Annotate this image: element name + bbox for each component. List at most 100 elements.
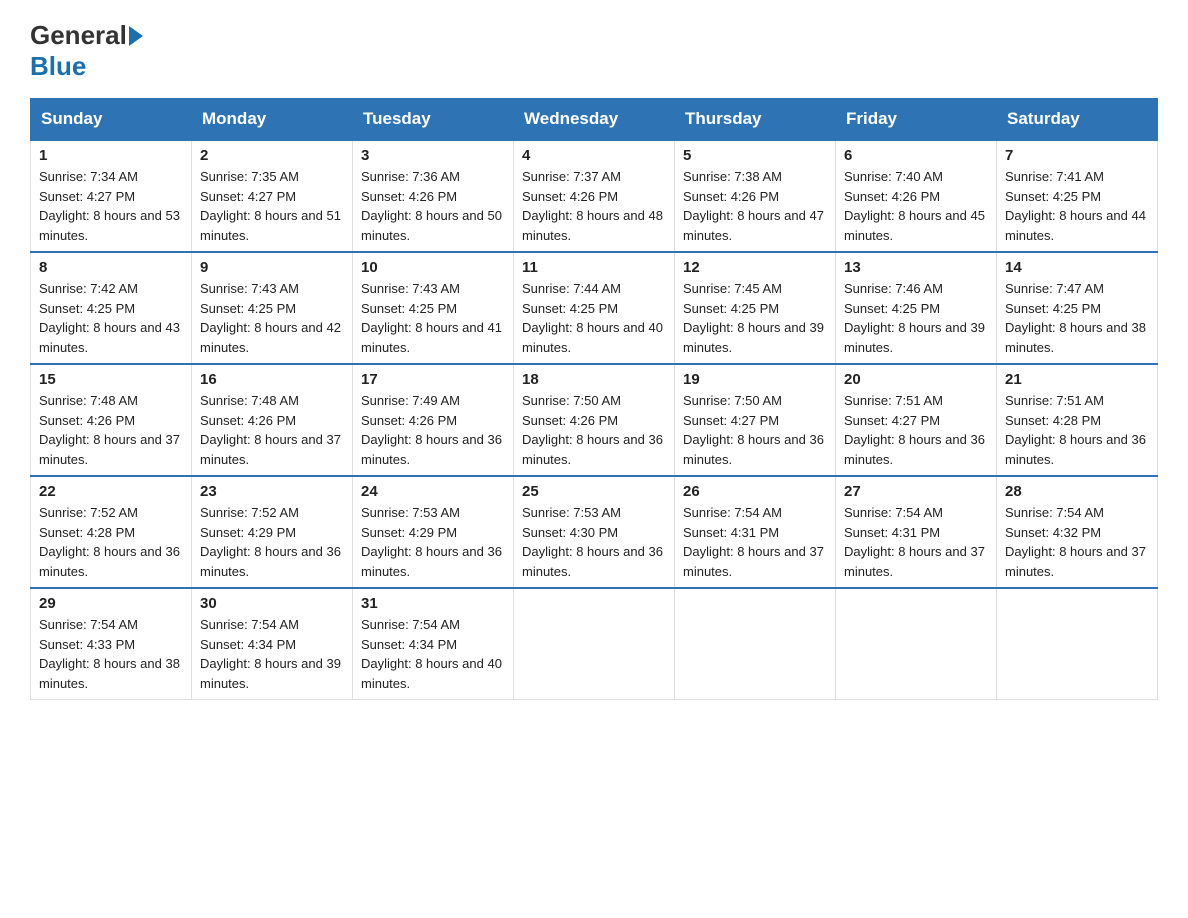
day-info: Sunrise: 7:54 AMSunset: 4:31 PMDaylight:… (683, 505, 824, 579)
day-number: 30 (200, 595, 344, 612)
day-info: Sunrise: 7:40 AMSunset: 4:26 PMDaylight:… (844, 169, 985, 243)
day-number: 27 (844, 483, 988, 500)
calendar-day-cell: 10 Sunrise: 7:43 AMSunset: 4:25 PMDaylig… (353, 252, 514, 364)
calendar-week-row: 1 Sunrise: 7:34 AMSunset: 4:27 PMDayligh… (31, 140, 1158, 252)
weekday-header-sunday: Sunday (31, 99, 192, 141)
day-info: Sunrise: 7:37 AMSunset: 4:26 PMDaylight:… (522, 169, 663, 243)
calendar-day-cell: 12 Sunrise: 7:45 AMSunset: 4:25 PMDaylig… (675, 252, 836, 364)
day-info: Sunrise: 7:36 AMSunset: 4:26 PMDaylight:… (361, 169, 502, 243)
day-number: 31 (361, 595, 505, 612)
day-number: 2 (200, 147, 344, 164)
day-number: 9 (200, 259, 344, 276)
day-info: Sunrise: 7:51 AMSunset: 4:28 PMDaylight:… (1005, 393, 1146, 467)
day-number: 25 (522, 483, 666, 500)
weekday-header-tuesday: Tuesday (353, 99, 514, 141)
day-number: 1 (39, 147, 183, 164)
day-info: Sunrise: 7:49 AMSunset: 4:26 PMDaylight:… (361, 393, 502, 467)
day-number: 26 (683, 483, 827, 500)
calendar-day-cell: 25 Sunrise: 7:53 AMSunset: 4:30 PMDaylig… (514, 476, 675, 588)
weekday-header-wednesday: Wednesday (514, 99, 675, 141)
day-info: Sunrise: 7:42 AMSunset: 4:25 PMDaylight:… (39, 281, 180, 355)
day-info: Sunrise: 7:47 AMSunset: 4:25 PMDaylight:… (1005, 281, 1146, 355)
calendar-day-cell: 28 Sunrise: 7:54 AMSunset: 4:32 PMDaylig… (997, 476, 1158, 588)
day-info: Sunrise: 7:51 AMSunset: 4:27 PMDaylight:… (844, 393, 985, 467)
day-number: 23 (200, 483, 344, 500)
day-info: Sunrise: 7:48 AMSunset: 4:26 PMDaylight:… (200, 393, 341, 467)
day-number: 8 (39, 259, 183, 276)
page-header: General Blue (30, 20, 1158, 82)
day-number: 17 (361, 371, 505, 388)
calendar-day-cell: 11 Sunrise: 7:44 AMSunset: 4:25 PMDaylig… (514, 252, 675, 364)
calendar-week-row: 22 Sunrise: 7:52 AMSunset: 4:28 PMDaylig… (31, 476, 1158, 588)
calendar-day-cell: 13 Sunrise: 7:46 AMSunset: 4:25 PMDaylig… (836, 252, 997, 364)
day-number: 7 (1005, 147, 1149, 164)
day-number: 11 (522, 259, 666, 276)
calendar-day-cell: 19 Sunrise: 7:50 AMSunset: 4:27 PMDaylig… (675, 364, 836, 476)
day-info: Sunrise: 7:50 AMSunset: 4:26 PMDaylight:… (522, 393, 663, 467)
day-number: 19 (683, 371, 827, 388)
day-number: 24 (361, 483, 505, 500)
day-number: 10 (361, 259, 505, 276)
day-info: Sunrise: 7:46 AMSunset: 4:25 PMDaylight:… (844, 281, 985, 355)
day-info: Sunrise: 7:54 AMSunset: 4:34 PMDaylight:… (200, 617, 341, 691)
calendar-day-cell: 8 Sunrise: 7:42 AMSunset: 4:25 PMDayligh… (31, 252, 192, 364)
day-number: 6 (844, 147, 988, 164)
calendar-day-cell: 3 Sunrise: 7:36 AMSunset: 4:26 PMDayligh… (353, 140, 514, 252)
calendar-day-cell: 5 Sunrise: 7:38 AMSunset: 4:26 PMDayligh… (675, 140, 836, 252)
logo: General Blue (30, 20, 145, 82)
day-info: Sunrise: 7:53 AMSunset: 4:30 PMDaylight:… (522, 505, 663, 579)
day-number: 21 (1005, 371, 1149, 388)
day-number: 12 (683, 259, 827, 276)
day-info: Sunrise: 7:48 AMSunset: 4:26 PMDaylight:… (39, 393, 180, 467)
day-info: Sunrise: 7:52 AMSunset: 4:29 PMDaylight:… (200, 505, 341, 579)
calendar-day-cell: 1 Sunrise: 7:34 AMSunset: 4:27 PMDayligh… (31, 140, 192, 252)
calendar-week-row: 29 Sunrise: 7:54 AMSunset: 4:33 PMDaylig… (31, 588, 1158, 700)
day-number: 15 (39, 371, 183, 388)
day-number: 13 (844, 259, 988, 276)
empty-day-cell (836, 588, 997, 700)
day-number: 5 (683, 147, 827, 164)
day-number: 29 (39, 595, 183, 612)
day-info: Sunrise: 7:54 AMSunset: 4:32 PMDaylight:… (1005, 505, 1146, 579)
weekday-header-row: SundayMondayTuesdayWednesdayThursdayFrid… (31, 99, 1158, 141)
calendar-day-cell: 22 Sunrise: 7:52 AMSunset: 4:28 PMDaylig… (31, 476, 192, 588)
calendar-day-cell: 18 Sunrise: 7:50 AMSunset: 4:26 PMDaylig… (514, 364, 675, 476)
calendar-day-cell: 4 Sunrise: 7:37 AMSunset: 4:26 PMDayligh… (514, 140, 675, 252)
day-info: Sunrise: 7:45 AMSunset: 4:25 PMDaylight:… (683, 281, 824, 355)
calendar-day-cell: 15 Sunrise: 7:48 AMSunset: 4:26 PMDaylig… (31, 364, 192, 476)
day-info: Sunrise: 7:44 AMSunset: 4:25 PMDaylight:… (522, 281, 663, 355)
calendar-day-cell: 7 Sunrise: 7:41 AMSunset: 4:25 PMDayligh… (997, 140, 1158, 252)
day-number: 14 (1005, 259, 1149, 276)
day-number: 18 (522, 371, 666, 388)
weekday-header-monday: Monday (192, 99, 353, 141)
calendar-day-cell: 2 Sunrise: 7:35 AMSunset: 4:27 PMDayligh… (192, 140, 353, 252)
calendar-day-cell: 9 Sunrise: 7:43 AMSunset: 4:25 PMDayligh… (192, 252, 353, 364)
day-info: Sunrise: 7:50 AMSunset: 4:27 PMDaylight:… (683, 393, 824, 467)
calendar-day-cell: 17 Sunrise: 7:49 AMSunset: 4:26 PMDaylig… (353, 364, 514, 476)
calendar-week-row: 8 Sunrise: 7:42 AMSunset: 4:25 PMDayligh… (31, 252, 1158, 364)
calendar-day-cell: 14 Sunrise: 7:47 AMSunset: 4:25 PMDaylig… (997, 252, 1158, 364)
day-info: Sunrise: 7:34 AMSunset: 4:27 PMDaylight:… (39, 169, 180, 243)
day-number: 4 (522, 147, 666, 164)
weekday-header-friday: Friday (836, 99, 997, 141)
day-number: 22 (39, 483, 183, 500)
calendar-day-cell: 31 Sunrise: 7:54 AMSunset: 4:34 PMDaylig… (353, 588, 514, 700)
calendar-day-cell: 21 Sunrise: 7:51 AMSunset: 4:28 PMDaylig… (997, 364, 1158, 476)
day-info: Sunrise: 7:54 AMSunset: 4:33 PMDaylight:… (39, 617, 180, 691)
calendar-table: SundayMondayTuesdayWednesdayThursdayFrid… (30, 98, 1158, 700)
weekday-header-thursday: Thursday (675, 99, 836, 141)
empty-day-cell (514, 588, 675, 700)
calendar-day-cell: 6 Sunrise: 7:40 AMSunset: 4:26 PMDayligh… (836, 140, 997, 252)
calendar-day-cell: 29 Sunrise: 7:54 AMSunset: 4:33 PMDaylig… (31, 588, 192, 700)
calendar-day-cell: 26 Sunrise: 7:54 AMSunset: 4:31 PMDaylig… (675, 476, 836, 588)
logo-blue-text: Blue (30, 51, 86, 82)
day-info: Sunrise: 7:41 AMSunset: 4:25 PMDaylight:… (1005, 169, 1146, 243)
day-info: Sunrise: 7:52 AMSunset: 4:28 PMDaylight:… (39, 505, 180, 579)
logo-arrow-icon (129, 26, 143, 46)
calendar-day-cell: 30 Sunrise: 7:54 AMSunset: 4:34 PMDaylig… (192, 588, 353, 700)
calendar-day-cell: 23 Sunrise: 7:52 AMSunset: 4:29 PMDaylig… (192, 476, 353, 588)
day-info: Sunrise: 7:54 AMSunset: 4:34 PMDaylight:… (361, 617, 502, 691)
day-number: 28 (1005, 483, 1149, 500)
day-number: 20 (844, 371, 988, 388)
day-info: Sunrise: 7:54 AMSunset: 4:31 PMDaylight:… (844, 505, 985, 579)
